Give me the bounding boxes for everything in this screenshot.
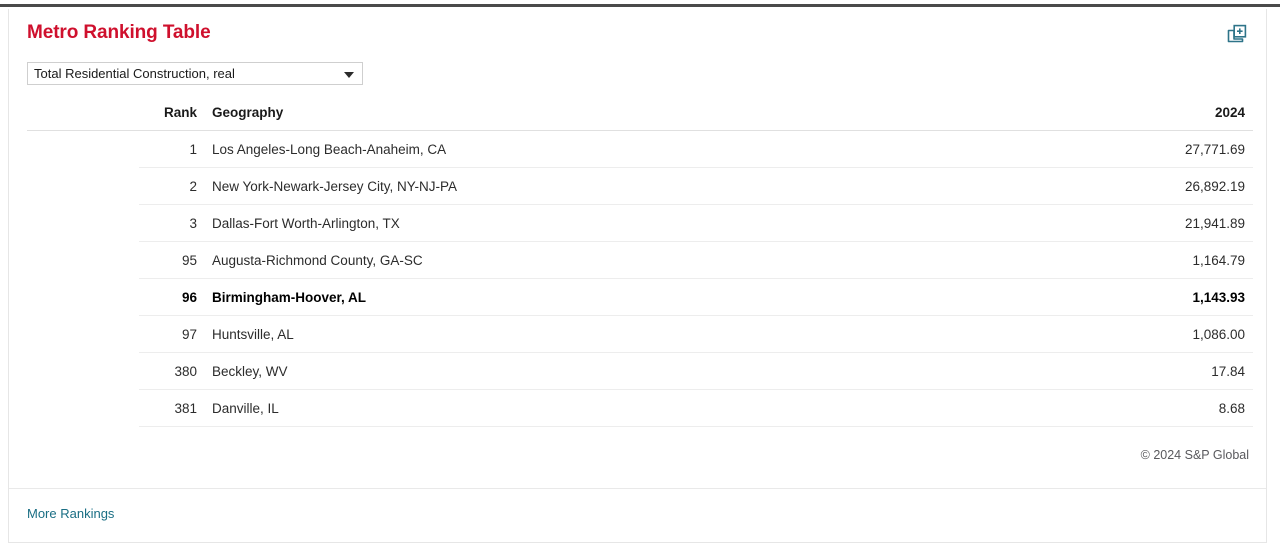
cell-value: 8.68 bbox=[997, 389, 1253, 427]
cell-rank: 1 bbox=[139, 130, 197, 168]
cell-value: 1,164.79 bbox=[997, 241, 1253, 279]
add-to-dashboard-icon[interactable] bbox=[1226, 23, 1248, 45]
measure-select-value: Total Residential Construction, real bbox=[34, 66, 235, 81]
table-header-row: Rank Geography 2024 bbox=[27, 105, 1253, 131]
row-spacer-cell bbox=[27, 168, 139, 205]
cell-value: 1,143.93 bbox=[997, 278, 1253, 316]
row-spacer-cell bbox=[27, 390, 139, 427]
table-body: 1 Los Angeles-Long Beach-Anaheim, CA 27,77… bbox=[27, 130, 1253, 427]
cell-value: 21,941.89 bbox=[997, 204, 1253, 242]
table-row[interactable]: 2 New York-Newark-Jersey City, NY-NJ-PA 26… bbox=[27, 167, 1253, 205]
row-spacer-cell bbox=[27, 279, 139, 316]
cell-value: 26,892.19 bbox=[997, 167, 1253, 205]
table-row[interactable]: 95 Augusta-Richmond County, GA-SC 1,164.79 bbox=[27, 241, 1253, 279]
cell-value: 17.84 bbox=[997, 352, 1253, 390]
page-title: Metro Ranking Table bbox=[27, 22, 211, 43]
cell-geography: New York-Newark-Jersey City, NY-NJ-PA bbox=[197, 167, 997, 205]
column-header-rank[interactable]: Rank bbox=[139, 105, 197, 131]
row-spacer-cell bbox=[27, 131, 139, 168]
cell-rank: 2 bbox=[139, 167, 197, 205]
footer-divider bbox=[9, 488, 1266, 489]
table-row[interactable]: 1 Los Angeles-Long Beach-Anaheim, CA 27,77… bbox=[27, 130, 1253, 168]
copyright-text: © 2024 S&P Global bbox=[1140, 448, 1249, 462]
cell-rank: 95 bbox=[139, 241, 197, 279]
measure-select[interactable]: Total Residential Construction, real bbox=[27, 62, 363, 85]
table-header-spacer bbox=[27, 105, 139, 131]
row-spacer-cell bbox=[27, 205, 139, 242]
cell-geography: Huntsville, AL bbox=[197, 315, 997, 353]
cell-rank: 3 bbox=[139, 204, 197, 242]
table-row[interactable]: 3 Dallas-Fort Worth-Arlington, TX 21,941.8… bbox=[27, 204, 1253, 242]
cell-value: 27,771.69 bbox=[997, 130, 1253, 168]
table-row[interactable]: 96 Birmingham-Hoover, AL 1,143.93 bbox=[27, 278, 1253, 316]
chevron-down-icon bbox=[344, 72, 354, 78]
cell-geography: Dallas-Fort Worth-Arlington, TX bbox=[197, 204, 997, 242]
cell-geography: Los Angeles-Long Beach-Anaheim, CA bbox=[197, 130, 997, 168]
more-rankings-link[interactable]: More Rankings bbox=[27, 506, 114, 521]
table-row[interactable]: 380 Beckley, WV 17.84 bbox=[27, 352, 1253, 390]
metro-ranking-table: Rank Geography 2024 1 Los Angeles-Long Be… bbox=[27, 105, 1253, 427]
row-spacer-cell bbox=[27, 316, 139, 353]
table-row[interactable]: 97 Huntsville, AL 1,086.00 bbox=[27, 315, 1253, 353]
cell-geography: Beckley, WV bbox=[197, 352, 997, 390]
cell-value: 1,086.00 bbox=[997, 315, 1253, 353]
table-row[interactable]: 381 Danville, IL 8.68 bbox=[27, 389, 1253, 427]
cell-geography: Birmingham-Hoover, AL bbox=[197, 278, 997, 316]
top-divider-bar bbox=[0, 4, 1280, 7]
column-header-geography[interactable]: Geography bbox=[197, 105, 997, 131]
cell-rank: 380 bbox=[139, 352, 197, 390]
metro-ranking-card: Metro Ranking Table Total Residential Co… bbox=[8, 9, 1267, 543]
cell-rank: 96 bbox=[139, 278, 197, 316]
cell-rank: 97 bbox=[139, 315, 197, 353]
cell-geography: Augusta-Richmond County, GA-SC bbox=[197, 241, 997, 279]
row-spacer-cell bbox=[27, 242, 139, 279]
column-header-value[interactable]: 2024 bbox=[997, 105, 1253, 131]
row-spacer-cell bbox=[27, 353, 139, 390]
cell-rank: 381 bbox=[139, 389, 197, 427]
cell-geography: Danville, IL bbox=[197, 389, 997, 427]
